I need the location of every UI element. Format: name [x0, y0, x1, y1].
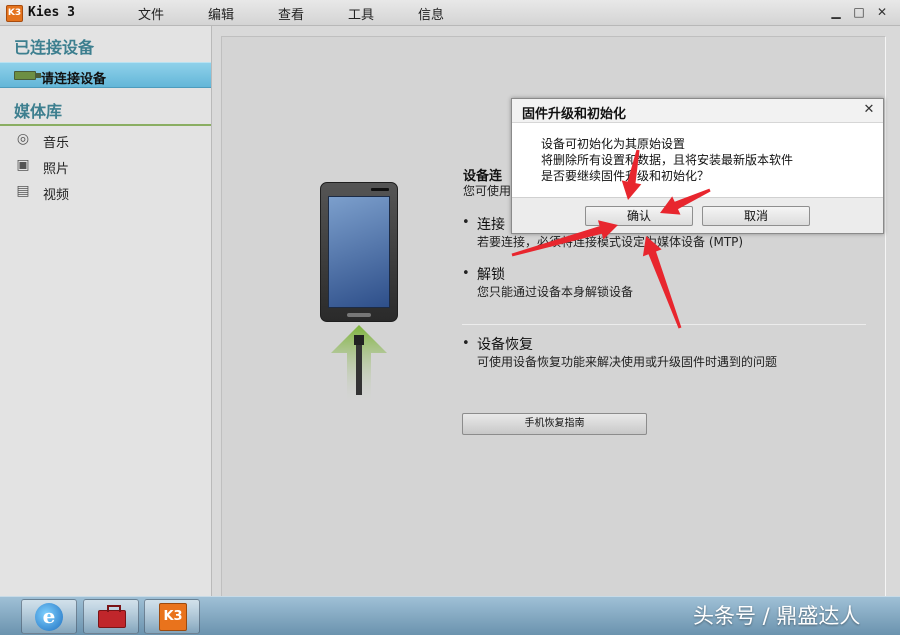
taskbar-ie-button[interactable]: e	[21, 599, 77, 634]
menu-info[interactable]: 信息	[418, 4, 444, 23]
kies-icon: K3	[159, 603, 187, 631]
media-library-title: 媒体库	[14, 102, 63, 121]
usb-device-icon	[14, 71, 41, 80]
sidebar: 已连接设备 请连接设备 媒体库 ◎ 音乐 ▣ 照片 ▤ 视频	[0, 26, 212, 596]
dialog-close-icon[interactable]: ✕	[861, 102, 877, 118]
phone-illustration	[320, 182, 398, 322]
dialog-message-line: 将删除所有设置和数据，且将安装最新版本软件	[541, 153, 794, 167]
cancel-button[interactable]: 取消	[702, 206, 810, 226]
item-title-connect: 连接	[477, 217, 505, 233]
phone-screen	[328, 196, 390, 308]
dialog-titlebar: 固件升级和初始化 ✕	[512, 99, 883, 123]
connect-arrow-icon	[331, 325, 387, 405]
phone-speaker	[371, 188, 389, 191]
video-icon: ▤	[16, 183, 30, 199]
dialog-footer: 确认 取消	[512, 197, 883, 233]
phone-home-button	[347, 313, 371, 317]
dialog-title: 固件升级和初始化	[522, 107, 627, 122]
sidebar-item-music[interactable]: ◎ 音乐	[14, 131, 204, 151]
menu-edit[interactable]: 编辑	[208, 4, 234, 23]
dialog-message-line: 是否要继续固件升级和初始化？	[541, 169, 710, 183]
connection-subheading: 您可使用	[463, 184, 512, 198]
item-desc-connect: 若要连接，必须将连接模式设定为媒体设备 (MTP)	[477, 235, 744, 249]
kies-logo-icon: K3	[6, 5, 23, 22]
sidebar-item-photos[interactable]: ▣ 照片	[14, 157, 204, 177]
confirm-button[interactable]: 确认	[585, 206, 693, 226]
app-title: Kies 3	[28, 5, 75, 20]
sidebar-item-connect-device[interactable]: 请连接设备	[0, 62, 211, 88]
content-divider	[462, 324, 866, 325]
close-button[interactable]: ✕	[873, 4, 891, 21]
watermark: 头条号 / 鼎盛达人	[693, 604, 861, 628]
menu-view[interactable]: 查看	[278, 4, 304, 23]
music-icon: ◎	[16, 131, 30, 147]
taskbar-kies-button[interactable]: K3	[144, 599, 200, 634]
title-bar: K3 Kies 3 文件 编辑 查看 工具 信息 ▁ □ ✕	[0, 0, 900, 26]
minimize-button[interactable]: ▁	[827, 4, 845, 21]
sidebar-item-label: 照片	[43, 162, 70, 177]
taskbar-toolbox-button[interactable]	[83, 599, 139, 634]
item-desc-unlock: 您只能通过设备本身解锁设备	[477, 285, 634, 299]
section-divider	[0, 124, 211, 126]
menu-file[interactable]: 文件	[138, 4, 164, 23]
sidebar-item-label: 视频	[43, 188, 70, 203]
photo-icon: ▣	[16, 157, 30, 173]
menu-tools[interactable]: 工具	[348, 4, 374, 23]
bullet-dot: •	[462, 336, 470, 351]
bullet-dot: •	[462, 266, 470, 281]
maximize-button[interactable]: □	[850, 4, 868, 21]
item-desc-recovery: 可使用设备恢复功能来解决使用或升级固件时遇到的问题	[477, 355, 778, 369]
sidebar-item-videos[interactable]: ▤ 视频	[14, 183, 204, 203]
connected-devices-title: 已连接设备	[14, 38, 95, 57]
toolbox-icon	[98, 605, 126, 628]
item-title-recovery: 设备恢复	[477, 337, 533, 353]
item-title-unlock: 解锁	[477, 267, 505, 283]
recovery-guide-button[interactable]: 手机恢复指南	[462, 413, 647, 435]
sidebar-item-label: 请连接设备	[41, 72, 107, 87]
internet-explorer-icon: e	[35, 603, 63, 631]
dialog-message-line: 设备可初始化为其原始设置	[541, 137, 686, 151]
sidebar-item-label: 音乐	[43, 136, 70, 151]
dialog-body: 设备可初始化为其原始设置 将删除所有设置和数据，且将安装最新版本软件 是否要继续…	[512, 124, 883, 197]
bullet-dot: •	[462, 215, 470, 230]
firmware-dialog: 固件升级和初始化 ✕ 设备可初始化为其原始设置 将删除所有设置和数据，且将安装最…	[511, 98, 884, 234]
